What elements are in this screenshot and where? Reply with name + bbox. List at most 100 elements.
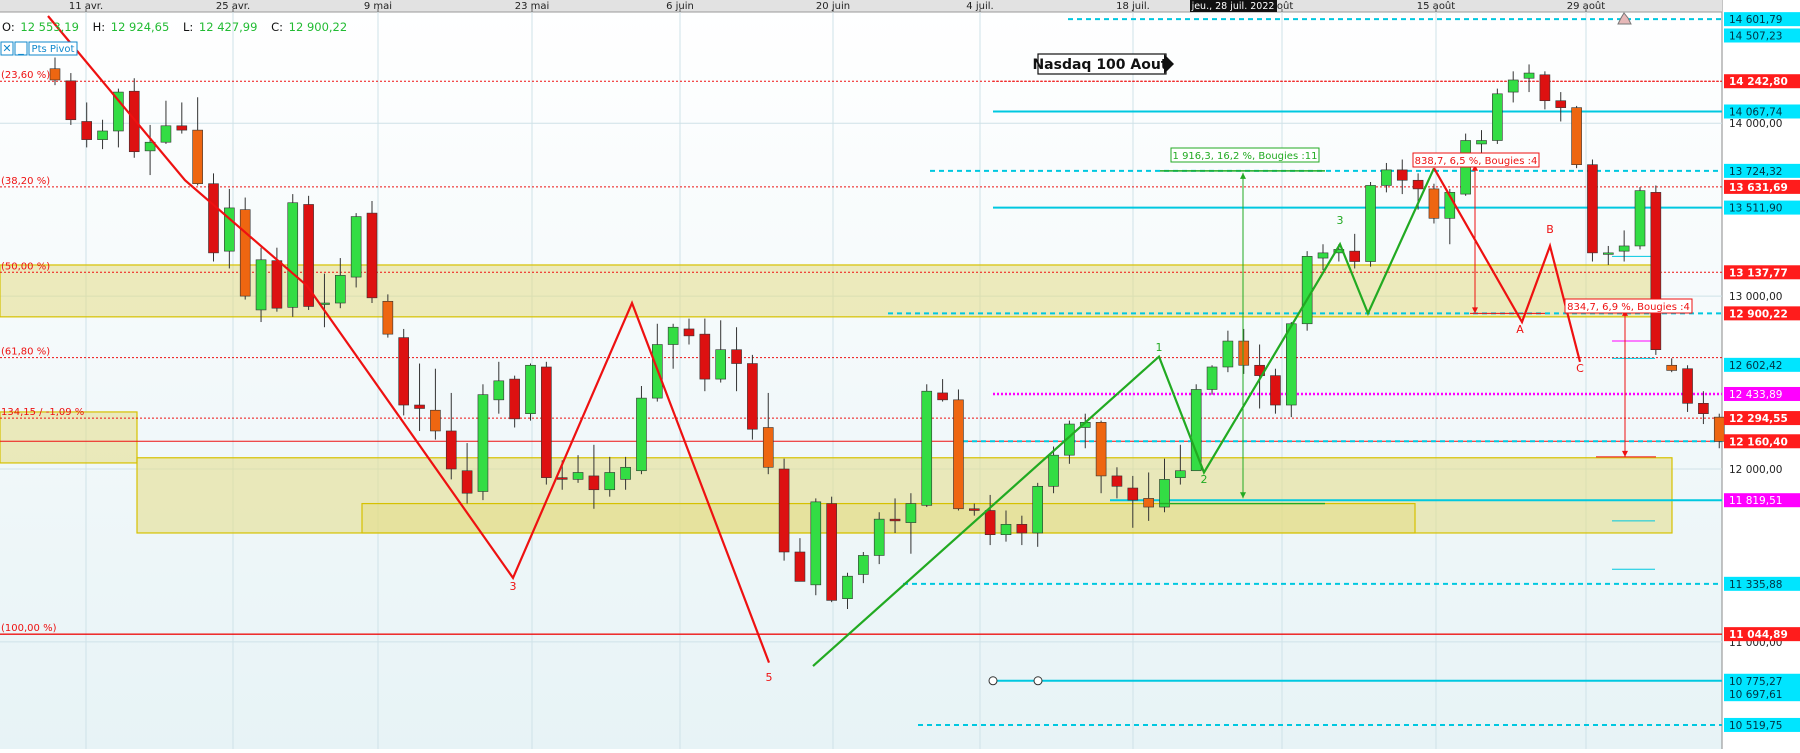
candle-body [715,349,727,380]
price-zone [361,502,1416,534]
candle-body [937,392,948,401]
close-icon: ✕ [2,42,11,55]
price-badge-label: 12 602,42 [1729,360,1782,372]
candle-body [366,212,378,299]
candle-body [1507,79,1519,93]
time-tick-label: 29 août [1567,0,1605,12]
chart-window: (23,60 %) (38,20 %) (50,00 %) (61,80 %) (100… [0,0,1800,749]
candle-body [1555,100,1567,108]
candle-body [588,475,600,491]
measure-1-label: 1 916,3, 16,2 %, Bougies :11 [1173,151,1318,162]
candle-body [1650,192,1662,351]
candle-body [636,397,647,472]
candle-body [1698,402,1709,414]
time-tick-label: 6 juin [666,1,694,12]
candle-body [1618,245,1630,252]
fibonacci-label: (38,20 %) [1,176,50,187]
time-tick-label: 9 mai [364,1,392,12]
candle-body [889,518,901,522]
candle-body [699,333,711,380]
candle-body [1365,185,1376,262]
candle-body [525,364,536,414]
candle-body [1286,323,1297,406]
time-tick-label: 18 juil. [1116,1,1150,12]
candle-body [1143,498,1154,508]
candle-body [1175,470,1186,478]
price-zone [0,411,138,464]
candle-body [604,472,616,491]
measure-2-label: 838,7, 6,5 %, Bougies :4 [1415,156,1538,167]
pivot-indicator-label: Pts Pivot [32,44,75,55]
wave-label: 5 [766,671,773,684]
crosshair-date-text: jeu., 28 juil. 2022 [1191,1,1275,12]
price-badge-label: 12 160,40 [1729,436,1788,448]
candle-body [1412,179,1424,190]
wave-label: A [1516,323,1524,336]
price-badge-label: 12 900,22 [1729,308,1788,320]
price-badge-label: 10 697,61 [1729,689,1782,701]
candle-body [858,555,869,575]
candle-body [1016,524,1028,534]
candle-body [271,260,283,309]
candle-body [1634,190,1646,247]
candle-body [477,394,489,492]
candle-body [1301,256,1313,325]
price-badge-label: 12 294,55 [1729,413,1788,425]
candle-body [984,510,996,536]
candle-body [731,349,742,364]
candle-body [1032,485,1043,534]
fibonacci-label: (61,80 %) [1,347,50,358]
candle-body [414,404,425,409]
time-tick-label: 11 avr. [69,1,103,12]
price-badge-label: 11 044,89 [1729,629,1788,641]
anchor-point-icon[interactable] [1033,676,1043,686]
candle-body [620,466,631,480]
ohlc-close-label: C: [271,20,283,34]
candle-body [1603,252,1614,255]
crosshair-date-badge: jeu., 28 juil. 2022 [1190,0,1277,12]
anchor-point-icon[interactable] [988,676,998,686]
fibonacci-label: (50,00 %) [1,261,50,272]
candle-body [65,80,77,121]
candle-body [1349,250,1360,262]
candle-body [1095,422,1107,477]
candle-body [1428,188,1440,219]
price-tick-label: 12 000,00 [1729,464,1782,476]
candle-body [572,472,584,480]
candle-body [1539,74,1551,102]
price-badge-label: 13 511,90 [1729,203,1782,215]
candle-body [334,275,346,304]
candle-body [762,427,774,468]
price-badge-label: 10 775,27 [1729,676,1782,688]
chart-title: Nasdaq 100 Aout [1032,57,1167,73]
candle-body [1317,252,1329,259]
candle-body [1571,107,1582,165]
candle-body [1523,72,1535,79]
ohlc-open-value: 12 553,19 [20,20,79,34]
candle-body [350,216,362,278]
ohlc-high-label: H: [93,20,106,34]
price-badge-label: 10 519,75 [1729,720,1782,732]
fibonacci-label: (100,00 %) [1,623,57,634]
candle-body [81,121,92,140]
wave-label: C [1576,362,1584,375]
candle-body [1492,93,1503,141]
ohlc-low-value: 12 427,99 [199,20,258,34]
price-badge-label: 14 601,79 [1729,14,1782,26]
price-badge-label: 14 067,74 [1729,106,1783,118]
candle-body [49,68,61,81]
candle-body [493,380,505,401]
candle-body [176,125,188,131]
candle-body [667,326,679,345]
price-badge-label: 13 137,77 [1729,267,1788,279]
measure-3-label: 834,7, 6,9 %, Bougies :4 [1567,302,1690,313]
candle-body [1238,340,1250,366]
candle-body [921,390,933,506]
candle-body [461,470,473,494]
candle-body [968,508,980,511]
candlestick-chart[interactable]: (23,60 %) (38,20 %) (50,00 %) (61,80 %) (100… [0,0,1800,749]
time-axis-strip [0,0,1722,12]
candle-body [430,409,441,432]
candle-body [747,363,758,430]
candle-body [810,501,822,586]
